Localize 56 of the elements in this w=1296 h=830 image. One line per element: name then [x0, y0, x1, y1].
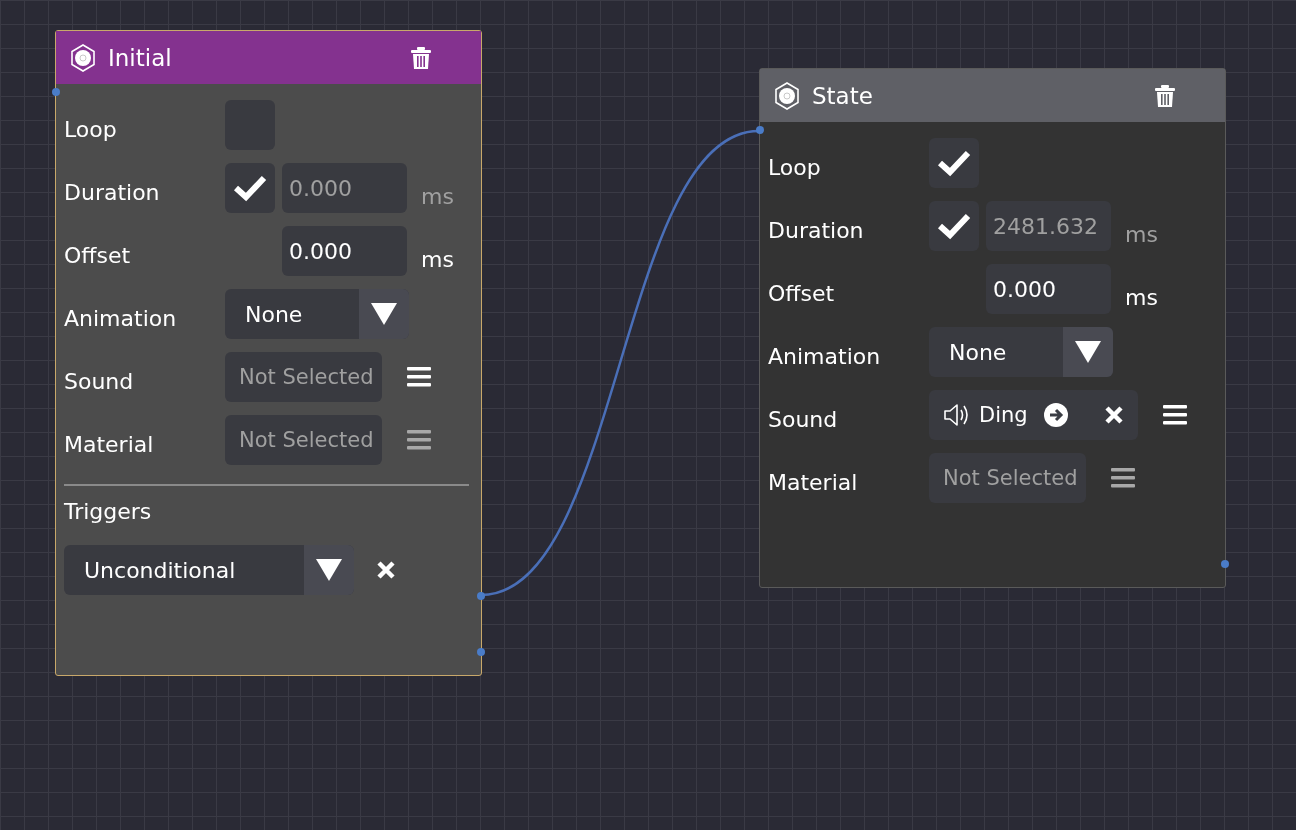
- field-label: Sound: [768, 405, 839, 432]
- delete-icon[interactable]: [411, 45, 431, 70]
- field-label: Loop: [64, 115, 118, 142]
- emblem-icon: [70, 43, 96, 72]
- resource-field[interactable]: Not Selected: [929, 453, 1086, 503]
- resource-field[interactable]: Not Selected: [225, 352, 382, 402]
- output-port[interactable]: [1221, 560, 1229, 568]
- field-label: Material: [64, 430, 155, 457]
- menu-icon[interactable]: [406, 367, 431, 387]
- trigger-dropdown[interactable]: Unconditional: [64, 545, 354, 595]
- checkmark-icon: [937, 149, 971, 177]
- checkmark-icon: [233, 174, 267, 202]
- field-label: Offset: [768, 279, 836, 306]
- field-label: Material: [768, 468, 859, 495]
- number-field[interactable]: 0.000: [282, 226, 407, 276]
- delete-icon[interactable]: [1155, 83, 1175, 108]
- field-label: Duration: [768, 216, 865, 243]
- speaker-icon: [943, 403, 971, 427]
- checkbox[interactable]: [929, 138, 979, 188]
- dropdown-arrow-icon: [1075, 341, 1101, 363]
- field-label: Offset: [64, 241, 132, 268]
- checkbox[interactable]: [225, 163, 275, 213]
- checkbox[interactable]: [929, 201, 979, 251]
- duration-field[interactable]: 2481.632: [986, 201, 1111, 251]
- node-title: Initial: [108, 44, 173, 71]
- sound-name: Ding: [979, 403, 1028, 427]
- input-port[interactable]: [52, 88, 60, 96]
- dropdown-arrow-icon: [316, 559, 342, 581]
- field-label: Animation: [768, 342, 882, 369]
- menu-icon[interactable]: [1110, 468, 1135, 488]
- output-port[interactable]: [477, 648, 485, 656]
- unit-label: ms: [420, 245, 454, 272]
- menu-icon[interactable]: [1162, 405, 1187, 425]
- field-label: Sound: [64, 367, 135, 394]
- output-port[interactable]: [477, 592, 485, 600]
- unit-label: ms: [1124, 283, 1158, 310]
- emblem-icon: [774, 81, 800, 110]
- unit-label: ms: [420, 182, 454, 209]
- node-title: State: [812, 82, 874, 109]
- sound-field[interactable]: Ding: [929, 390, 1138, 440]
- number-field[interactable]: 0.000: [986, 264, 1111, 314]
- duration-field[interactable]: 0.000: [282, 163, 407, 213]
- close-icon[interactable]: [1103, 405, 1124, 425]
- unit-label: ms: [1124, 220, 1158, 247]
- resource-field[interactable]: Not Selected: [225, 415, 382, 465]
- dropdown[interactable]: None: [225, 289, 409, 339]
- section-label: Triggers: [64, 499, 153, 524]
- field-label: Loop: [768, 153, 822, 180]
- field-label: Animation: [64, 304, 178, 331]
- dropdown-arrow-icon: [371, 303, 397, 325]
- dropdown[interactable]: None: [929, 327, 1113, 377]
- go-to-icon[interactable]: [1043, 403, 1068, 427]
- checkmark-icon: [937, 212, 971, 240]
- close-icon[interactable]: [376, 560, 396, 580]
- field-label: Duration: [64, 178, 161, 205]
- input-port[interactable]: [756, 126, 764, 134]
